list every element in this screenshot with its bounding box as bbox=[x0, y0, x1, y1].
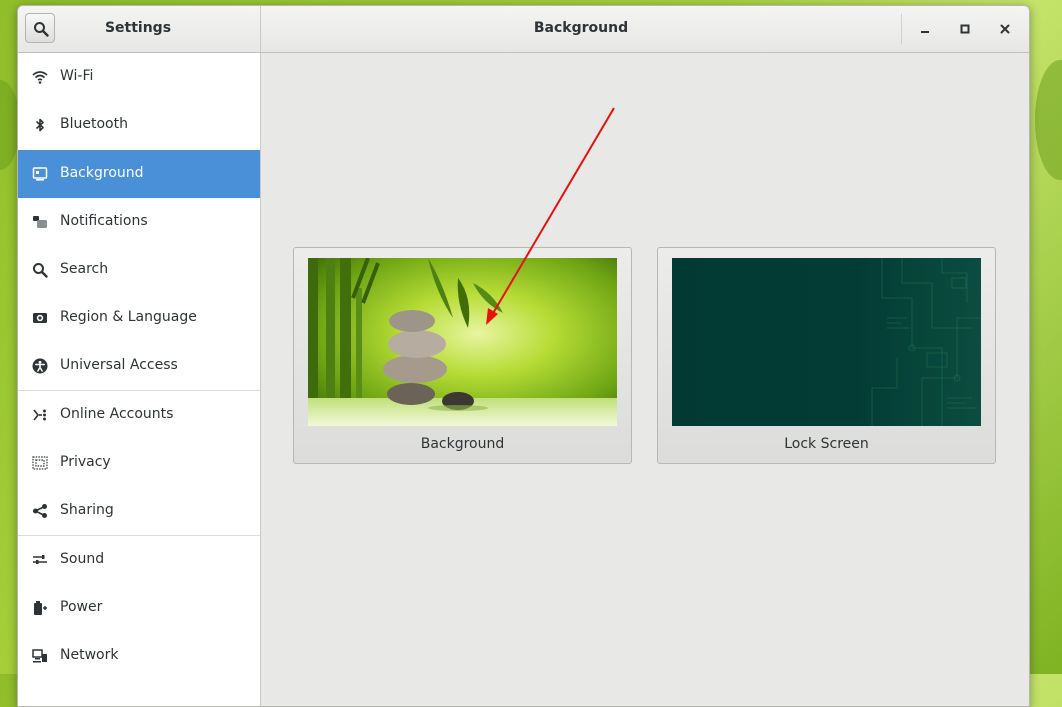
annotation-arrow bbox=[486, 107, 615, 325]
